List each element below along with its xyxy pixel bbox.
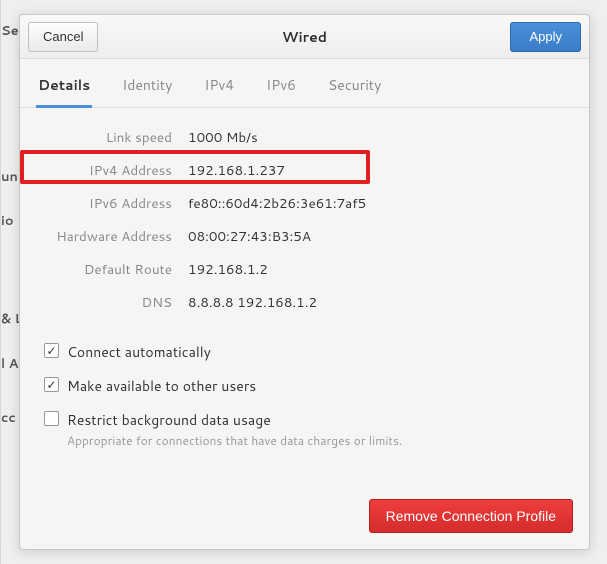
info-value-hardware: 08:00:27:43:B3:5A xyxy=(188,227,571,246)
checkbox-other-users[interactable] xyxy=(44,377,59,392)
tabs-bar: Details Identity IPv4 IPv6 Security xyxy=(20,59,589,108)
checkbox-connect-auto[interactable] xyxy=(44,343,59,358)
dialog-title: Wired xyxy=(282,27,327,47)
info-value-ipv4: 192.168.1.237 xyxy=(188,161,571,180)
connection-dialog: Cancel Wired Apply Details Identity IPv4… xyxy=(19,14,590,550)
info-value-link-speed: 1000 Mb/s xyxy=(188,128,571,147)
tab-details[interactable]: Details xyxy=(36,69,92,108)
tab-ipv4[interactable]: IPv4 xyxy=(202,69,236,108)
info-value-default-route: 192.168.1.2 xyxy=(188,260,571,279)
dialog-titlebar: Cancel Wired Apply xyxy=(20,15,589,59)
remove-connection-button[interactable]: Remove Connection Profile xyxy=(369,499,573,533)
info-label-default-route: Default Route xyxy=(44,260,172,279)
connection-info-grid: Link speed 1000 Mb/s IPv4 Address 192.16… xyxy=(44,128,571,312)
cancel-button[interactable]: Cancel xyxy=(28,22,98,52)
info-label-ipv4: IPv4 Address xyxy=(44,161,172,180)
checkbox-label-restrict-bg: Restrict background data usage xyxy=(67,410,402,430)
check-row-connect-auto: Connect automatically xyxy=(44,342,571,362)
info-label-hardware: Hardware Address xyxy=(44,227,172,246)
tab-ipv6[interactable]: IPv6 xyxy=(264,69,298,108)
check-row-other-users: Make available to other users xyxy=(44,376,571,396)
dialog-footer: Remove Connection Profile xyxy=(20,487,589,549)
bg-fragment: Se xyxy=(1,22,19,40)
checkbox-label-connect-auto: Connect automatically xyxy=(67,342,211,362)
info-value-ipv6: fe80::60d4:2b26:3e61:7af5 xyxy=(188,194,571,213)
options-section: Connect automatically Make available to … xyxy=(38,342,571,449)
checkbox-label-other-users: Make available to other users xyxy=(67,376,256,396)
checkbox-sublabel-restrict-bg: Appropriate for connections that have da… xyxy=(67,432,402,449)
checkbox-restrict-bg[interactable] xyxy=(44,411,59,426)
info-label-link-speed: Link speed xyxy=(44,128,172,147)
bg-fragment: cc xyxy=(1,409,16,427)
tab-security[interactable]: Security xyxy=(326,69,383,108)
bg-fragment: un xyxy=(1,168,18,186)
check-row-restrict-bg: Restrict background data usage Appropria… xyxy=(44,410,571,449)
apply-button[interactable]: Apply xyxy=(510,22,581,52)
info-label-dns: DNS xyxy=(44,293,172,312)
bg-fragment: io xyxy=(1,212,14,230)
tab-identity[interactable]: Identity xyxy=(120,69,174,108)
info-value-dns: 8.8.8.8 192.168.1.2 xyxy=(188,293,571,312)
info-label-ipv6: IPv6 Address xyxy=(44,194,172,213)
bg-fragment: l A xyxy=(1,355,18,373)
details-panel: Link speed 1000 Mb/s IPv4 Address 192.16… xyxy=(20,108,589,487)
